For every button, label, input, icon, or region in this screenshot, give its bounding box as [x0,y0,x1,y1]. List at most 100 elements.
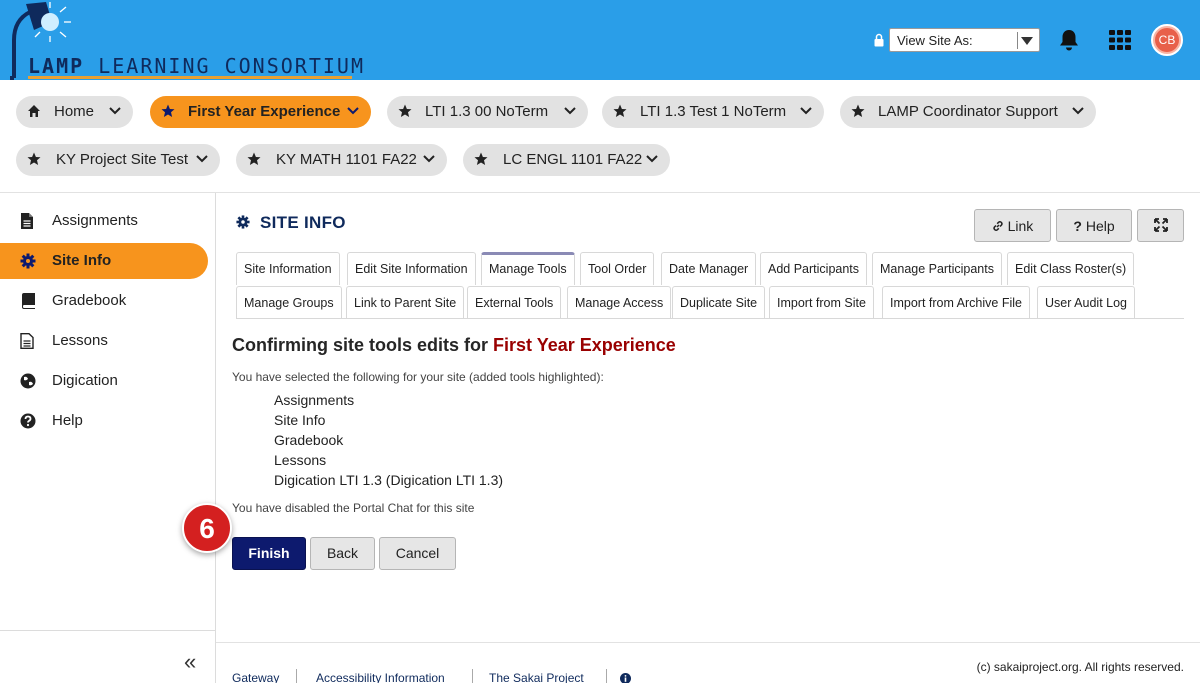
footer-separator [472,669,473,683]
tab-import-from-archive-file[interactable]: Import from Archive File [882,286,1030,319]
tab-date-manager[interactable]: Date Manager [661,252,757,285]
star-icon [398,104,412,117]
sidebar-item-label: Lessons [52,332,108,349]
expand-icon [1153,218,1168,232]
confirm-heading-prefix: Confirming site tools edits for [232,335,489,355]
gear-icon [236,215,250,229]
footer-link-gateway[interactable]: Gateway [232,671,279,683]
footer-link-sakai-project[interactable]: The Sakai Project [489,671,584,683]
site-tab-label: LC ENGL 1101 FA22 [503,151,643,168]
apps-grid-icon[interactable] [1109,30,1131,50]
star-icon [851,104,865,117]
chevron-down-icon[interactable] [564,107,576,115]
main-content: SITE INFO Link ? Help Site Information E… [216,193,1200,683]
globe-icon [20,373,36,389]
site-tab-lti-test1-noterm[interactable]: LTI 1.3 Test 1 NoTerm [602,96,824,128]
sidebar-item-help[interactable]: Help [0,403,208,439]
info-icon[interactable] [620,673,631,683]
link-button-label: Link [1007,218,1034,234]
tab-import-from-site[interactable]: Import from Site [769,286,874,319]
site-tab-first-year-experience[interactable]: First Year Experience [150,96,371,128]
confirm-heading-site: First Year Experience [493,335,676,355]
sidebar-item-digication[interactable]: Digication [0,363,208,399]
top-header: LAMP LEARNING CONSORTIUM View Site As: C… [0,0,1200,80]
tab-tool-order[interactable]: Tool Order [580,252,655,285]
tab-add-participants[interactable]: Add Participants [760,252,868,285]
sidebar-item-label: Gradebook [52,292,127,309]
gear-icon [20,253,36,269]
tab-manage-tools[interactable]: Manage Tools [481,252,575,285]
site-tab-label: KY Project Site Test [56,151,189,168]
tool-sidebar: Assignments Site Info Gradebook Lessons … [0,193,216,683]
avatar-initials: CB [1155,28,1179,52]
logo-underline [28,76,352,79]
site-tab-lc-engl-1101[interactable]: LC ENGL 1101 FA22 [463,144,670,176]
logo-text: LAMP LEARNING CONSORTIUM [28,54,365,78]
page-title-text: SITE INFO [260,213,346,232]
tab-manage-participants[interactable]: Manage Participants [872,252,1002,285]
chevron-down-icon[interactable] [1072,107,1084,115]
user-avatar[interactable]: CB [1151,24,1183,56]
site-navigation: Home First Year Experience LTI 1.3 00 No… [0,80,1200,193]
tab-manage-groups[interactable]: Manage Groups [236,286,342,319]
site-tab-label: Home [54,103,95,120]
site-tab-ky-project-site-test[interactable]: KY Project Site Test [16,144,220,176]
star-icon [247,152,261,165]
cancel-button[interactable]: Cancel [379,537,456,570]
chevron-down-icon[interactable] [347,107,359,115]
file-text-icon [21,213,33,229]
sidebar-item-lessons[interactable]: Lessons [0,323,208,359]
tab-user-audit-log[interactable]: User Audit Log [1037,286,1135,319]
chevron-down-icon[interactable] [109,107,121,115]
back-button[interactable]: Back [310,537,375,570]
tab-edit-site-information[interactable]: Edit Site Information [347,252,476,285]
site-tab-label: LTI 1.3 00 NoTerm [425,103,549,120]
sidebar-item-gradebook[interactable]: Gradebook [0,283,208,319]
footer-link-accessibility[interactable]: Accessibility Information [316,671,445,683]
site-tab-lamp-coordinator-support[interactable]: LAMP Coordinator Support [840,96,1096,128]
finish-button[interactable]: Finish [232,537,306,570]
tab-external-tools[interactable]: External Tools [467,286,562,319]
sidebar-item-label: Help [52,412,83,429]
tab-duplicate-site[interactable]: Duplicate Site [672,286,766,319]
bell-icon[interactable] [1059,29,1079,51]
chevron-down-icon [1021,37,1033,45]
chevron-down-icon[interactable] [646,155,658,163]
help-button[interactable]: ? Help [1056,209,1132,242]
chevron-down-icon[interactable] [800,107,812,115]
tab-edit-class-rosters[interactable]: Edit Class Roster(s) [1007,252,1135,285]
home-icon [28,105,40,117]
tool-list-item: Gradebook [274,432,344,448]
sidebar-item-assignments[interactable]: Assignments [0,203,208,239]
star-icon [613,104,627,117]
sidebar-item-site-info[interactable]: Site Info [0,243,208,279]
lamp-logo[interactable]: LAMP LEARNING CONSORTIUM [0,0,363,80]
tool-list-item: Site Info [274,412,326,428]
chevron-down-icon[interactable] [423,155,435,163]
fullscreen-button[interactable] [1137,209,1184,242]
question-icon: ? [1073,218,1082,234]
site-tab-ky-math-1101[interactable]: KY MATH 1101 FA22 [236,144,447,176]
view-site-as-select[interactable]: View Site As: [889,28,1040,52]
tab-manage-access[interactable]: Manage Access [567,286,672,319]
site-tab-label: First Year Experience [188,103,341,120]
step-number-badge: 6 [182,503,232,553]
chevron-down-icon[interactable] [196,155,208,163]
link-icon [993,221,1003,231]
footer-separator [606,669,607,683]
site-tab-label: LTI 1.3 Test 1 NoTerm [640,103,787,120]
portal-chat-disabled-info: You have disabled the Portal Chat for th… [232,501,475,515]
site-tab-lti-00-noterm[interactable]: LTI 1.3 00 NoTerm [387,96,588,128]
sidebar-item-label: Digication [52,372,118,389]
site-tab-label: LAMP Coordinator Support [878,103,1058,120]
tool-list-item: Digication LTI 1.3 (Digication LTI 1.3) [274,472,504,488]
link-button[interactable]: Link [974,209,1051,242]
file-outline-icon [20,333,34,349]
star-icon [161,104,175,117]
star-icon [27,152,41,165]
tab-link-to-parent-site[interactable]: Link to Parent Site [346,286,465,319]
double-chevron-left-icon[interactable]: « [184,649,196,675]
site-tab-home[interactable]: Home [16,96,133,128]
tab-site-information[interactable]: Site Information [236,252,340,285]
tab-divider [236,318,1184,319]
